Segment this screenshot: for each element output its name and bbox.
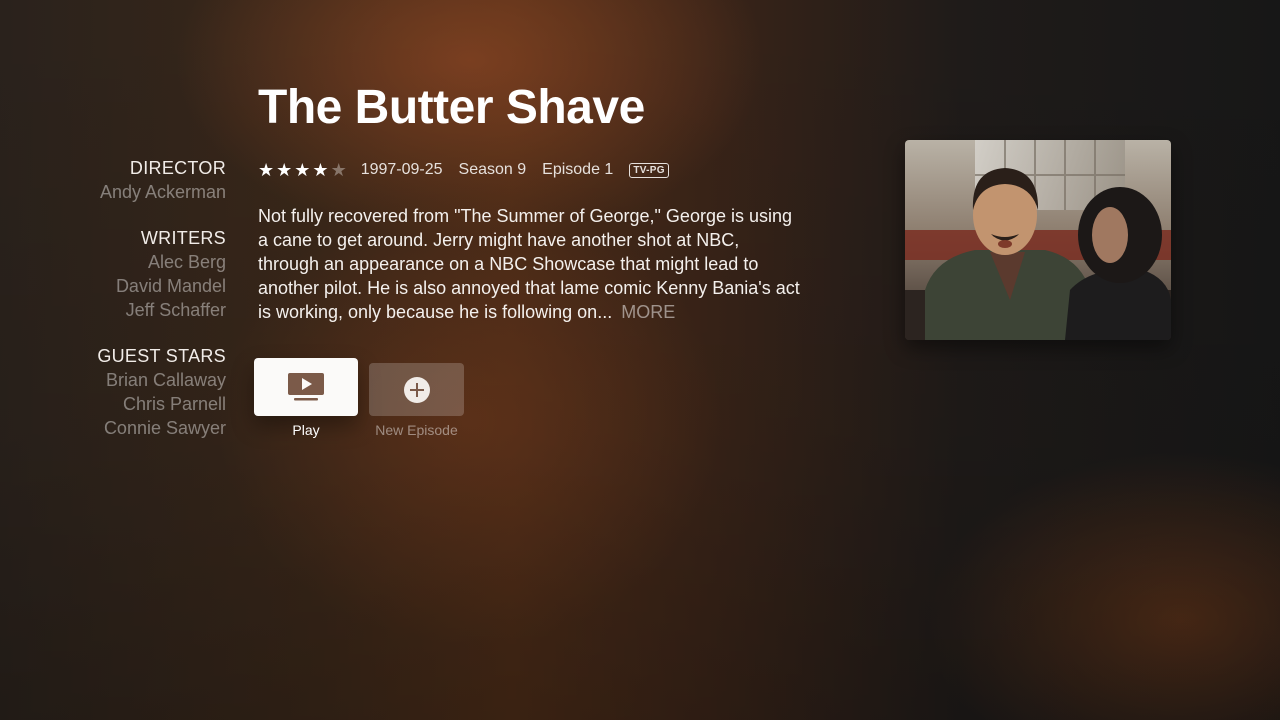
director-group: DIRECTOR Andy Ackerman <box>97 156 226 204</box>
plus-circle-icon <box>403 376 430 403</box>
new-episode-button[interactable] <box>369 363 464 416</box>
episode-description: Not fully recovered from "The Summer of … <box>258 204 803 324</box>
credits-column: DIRECTOR Andy Ackerman WRITERS Alec Berg… <box>97 156 226 462</box>
director-heading: DIRECTOR <box>129 158 226 178</box>
new-episode-button-label: New Episode <box>375 422 458 438</box>
guest-stars-group: GUEST STARS Brian Callaway Chris Parnell… <box>97 344 226 440</box>
episode-metadata: ★ ★ ★ ★ ★ 1997-09-25 Season 9 Episode 1 TV-P… <box>258 158 669 182</box>
writer-name: Jeff Schaffer <box>125 300 226 320</box>
season-number: Season 9 <box>458 161 527 178</box>
star-icon: ★ <box>294 160 311 180</box>
tv-play-icon <box>288 373 324 401</box>
content-rating-badge: TV-PG <box>629 162 669 178</box>
more-link[interactable]: MORE <box>621 302 675 322</box>
star-rating: ★ ★ ★ ★ ★ <box>258 161 347 179</box>
guest-star-name: Chris Parnell <box>122 394 226 414</box>
air-date: 1997-09-25 <box>360 161 443 178</box>
star-icon: ★ <box>312 160 329 180</box>
writer-name: David Mandel <box>115 276 226 296</box>
writer-name: Alec Berg <box>147 252 226 272</box>
description-text: Not fully recovered from "The Summer of … <box>258 206 800 322</box>
episode-thumbnail[interactable] <box>905 140 1171 340</box>
play-button-label: Play <box>292 422 320 438</box>
guest-star-name: Connie Sawyer <box>103 418 226 438</box>
guest-stars-heading: GUEST STARS <box>97 346 226 366</box>
star-icon: ★ <box>258 160 275 180</box>
episode-still-image <box>905 140 1171 340</box>
episode-title: The Butter Shave <box>258 81 645 134</box>
writers-heading: WRITERS <box>140 228 226 248</box>
guest-star-name: Brian Callaway <box>105 370 226 390</box>
star-icon: ★ <box>330 160 347 180</box>
play-button[interactable] <box>254 358 358 416</box>
writers-group: WRITERS Alec Berg David Mandel Jeff Scha… <box>97 226 226 322</box>
star-icon: ★ <box>276 160 293 180</box>
episode-number: Episode 1 <box>542 161 614 178</box>
director-name: Andy Ackerman <box>99 182 226 202</box>
